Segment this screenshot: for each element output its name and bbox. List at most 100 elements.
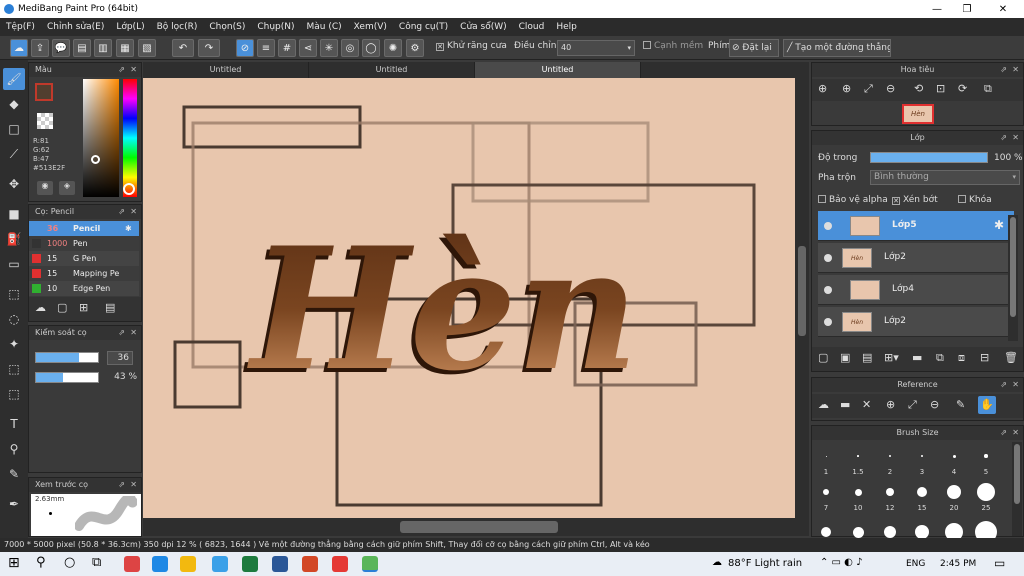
select-eraser-tool-icon[interactable]: ⬚ [3, 383, 25, 405]
hue-slider[interactable] [123, 79, 137, 197]
eyedropper-tool-icon[interactable]: ✎ [3, 463, 25, 485]
expand-icon[interactable]: ⇗ [1000, 63, 1007, 77]
move-tool-icon[interactable]: ✥ [3, 173, 25, 195]
magic-wand-tool-icon[interactable]: ✦ [3, 333, 25, 355]
expand-icon[interactable]: ⇗ [118, 63, 125, 77]
canvas-area[interactable]: Hèn Hèn [143, 78, 809, 518]
brush-size-dot[interactable] [854, 488, 862, 496]
brush-size-dot[interactable] [920, 454, 924, 458]
visibility-eye-icon[interactable] [824, 318, 832, 326]
cloud-icon[interactable]: ☁ [818, 398, 829, 411]
vertical-scroll-thumb[interactable] [798, 246, 806, 336]
gear-icon[interactable]: ✱ [994, 218, 1004, 232]
flip-icon[interactable]: ⧉ [984, 82, 992, 96]
clipping-checkbox[interactable]: ✕ Xén bớt [892, 195, 938, 205]
expand-icon[interactable]: ⇗ [118, 205, 125, 219]
brush-tool-icon[interactable]: 🖌 [3, 68, 25, 90]
app-icon[interactable] [124, 556, 140, 572]
fit-icon[interactable]: ⤢ [908, 398, 917, 412]
redo-icon[interactable]: ↷ [198, 39, 220, 57]
hand-icon[interactable]: ✋ [978, 396, 996, 414]
menu-window[interactable]: Cửa sổ(W) [454, 22, 512, 32]
add-brush-icon[interactable]: ⊞ [79, 301, 88, 314]
comment-icon[interactable]: 💬 [52, 39, 70, 57]
menu-color[interactable]: Màu (C) [301, 22, 348, 32]
saturation-value-picker[interactable] [83, 79, 119, 197]
brush-list-item[interactable]: 1000 Pen [29, 236, 139, 251]
lasso-tool-icon[interactable]: ◌ [3, 308, 25, 330]
dot-tool-icon[interactable]: ⟋ [3, 143, 25, 165]
tab-untitled-2[interactable]: Untitled [309, 62, 475, 78]
brush-size-dot[interactable] [857, 455, 859, 457]
add-layer-menu-icon[interactable]: ⊞▾ [884, 351, 899, 364]
select-tool-icon[interactable]: ⬚ [3, 283, 25, 305]
menu-tools[interactable]: Công cụ(T) [393, 22, 454, 32]
grid-icon[interactable]: ▧ [138, 39, 156, 57]
weather-text[interactable]: 88°F Light rain [728, 558, 802, 569]
visibility-eye-icon[interactable] [824, 222, 832, 230]
brush-size-scroll-thumb[interactable] [1014, 444, 1020, 504]
palette-icon[interactable]: ◉ [37, 181, 53, 195]
system-tray-icons[interactable]: ⌃ ▭ ◐ ♪ [820, 557, 862, 568]
rotate-left-icon[interactable]: ⟲ [914, 82, 923, 95]
snap-grid-icon[interactable]: # [278, 39, 296, 57]
tweet-icon[interactable]: ▤ [73, 39, 91, 57]
brush-size-dot[interactable] [984, 454, 988, 458]
snap-perspective-icon[interactable]: ⋖ [299, 39, 317, 57]
settings-icon[interactable]: ▤ [105, 301, 115, 314]
brush-size-scrollbar[interactable] [1012, 442, 1022, 536]
menu-file[interactable]: Tệp(F) [0, 22, 41, 32]
close-icon[interactable]: ✕ [1012, 63, 1019, 77]
gear-icon[interactable]: ✱ [125, 221, 132, 236]
notification-icon[interactable]: ▭ [994, 556, 1005, 570]
expand-icon[interactable]: ⇗ [1000, 131, 1007, 145]
brush-size-dot[interactable] [917, 487, 927, 497]
tab-untitled-3[interactable]: Untitled [475, 62, 641, 78]
rectangle-tool-icon[interactable]: □ [3, 118, 25, 140]
expand-icon[interactable]: ⇗ [1000, 426, 1007, 440]
horizontal-scrollbar[interactable] [143, 518, 809, 536]
clock[interactable]: 2:45 PM [940, 559, 976, 569]
layer-opacity-slider[interactable] [870, 152, 988, 163]
protect-alpha-checkbox[interactable]: Bảo vệ alpha [818, 195, 888, 205]
close-icon[interactable]: ✕ [130, 478, 137, 492]
close-icon[interactable]: ✕ [1012, 378, 1019, 392]
foreground-color-swatch[interactable] [35, 83, 53, 101]
brush-size-dot[interactable] [952, 454, 956, 458]
close-icon[interactable]: ✕ [1012, 131, 1019, 145]
cortana-icon[interactable]: ○ [64, 555, 75, 570]
soft-edge-checkbox[interactable]: Cạnh mềm [643, 41, 703, 51]
straight-line-button[interactable]: ╱ Tạo một đường thẳng [783, 39, 891, 57]
brush-list-item[interactable]: 10 Edge Pen [29, 281, 139, 296]
menu-filter[interactable]: Bộ lọc(R) [151, 22, 204, 32]
gradient-tool-icon[interactable]: ▭ [3, 253, 25, 275]
merge-down-icon[interactable]: ⧈ [958, 351, 965, 365]
close-icon[interactable]: ✕ [130, 205, 137, 219]
brush-size-dot[interactable] [889, 455, 891, 457]
open-folder-icon[interactable]: ▬ [840, 398, 850, 411]
pen-tool-icon[interactable]: ✒ [3, 493, 25, 515]
brush-list-item[interactable]: 36 Pencil ✱ [29, 221, 139, 236]
zoom-out-icon[interactable]: ⊖ [886, 82, 895, 95]
fit-icon[interactable]: ⤢ [864, 82, 873, 96]
expand-icon[interactable]: ⇗ [118, 326, 125, 340]
tab-untitled-1[interactable]: Untitled [143, 62, 309, 78]
menu-view[interactable]: Xem(V) [348, 22, 393, 32]
language-indicator[interactable]: ENG [906, 559, 925, 569]
hue-cursor[interactable] [123, 183, 135, 195]
file-explorer-icon[interactable] [180, 556, 196, 572]
brush-size-dot[interactable] [886, 488, 894, 496]
layer-row[interactable]: Hèn Lớp2 [818, 307, 1014, 337]
visibility-eye-icon[interactable] [824, 286, 832, 294]
eraser-tool-icon[interactable]: ◆ [3, 93, 25, 115]
zoom-out-icon[interactable]: ⊖ [930, 398, 939, 411]
text-tool-icon[interactable]: T [3, 413, 25, 435]
brush-size-dot[interactable] [977, 483, 995, 501]
brush-size-slider[interactable] [35, 352, 99, 363]
brush-size-dot[interactable] [852, 526, 864, 538]
menu-select[interactable]: Chọn(S) [203, 22, 251, 32]
menu-cloud[interactable]: Cloud [513, 22, 551, 32]
new-layer-icon[interactable]: ▢ [818, 351, 828, 364]
brush-size-value[interactable]: 36 [107, 351, 133, 365]
halftone-layer-icon[interactable]: ▤ [862, 351, 872, 364]
